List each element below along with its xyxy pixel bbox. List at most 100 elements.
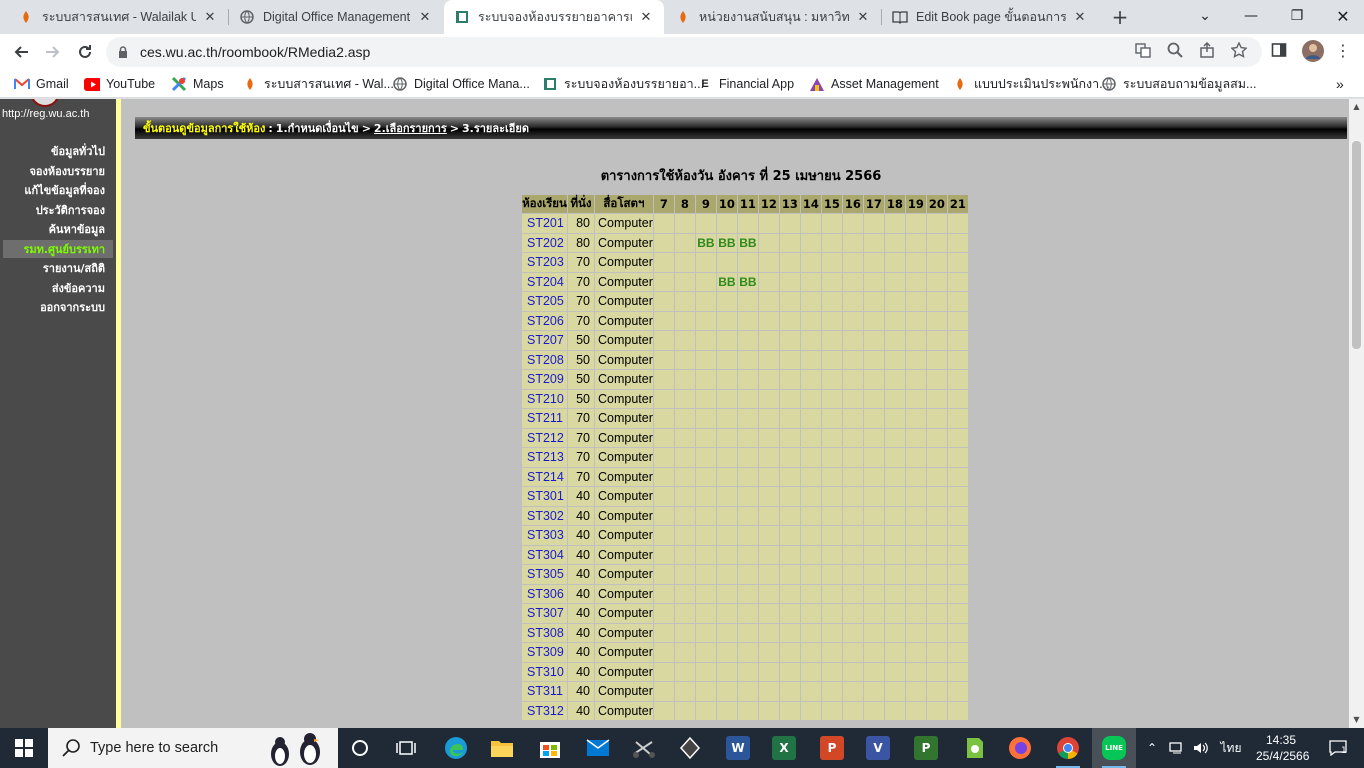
bookmark-inquiry[interactable]: ระบบสอบถามข้อมูลสม... (1101, 75, 1256, 93)
site-url[interactable]: http://reg.wu.ac.th (2, 108, 89, 120)
snip-icon[interactable] (622, 728, 666, 768)
reload-button[interactable] (72, 39, 98, 65)
volume-icon[interactable] (1190, 728, 1212, 768)
powerpoint-icon[interactable]: P (810, 728, 854, 768)
room-link[interactable]: ST205 (522, 292, 567, 311)
room-link[interactable]: ST210 (522, 389, 567, 408)
close-window-button[interactable]: ✕ (1320, 0, 1364, 32)
side-panel-icon[interactable] (1270, 41, 1288, 59)
notification-center-icon[interactable]: 1 (1318, 728, 1358, 768)
share-icon[interactable] (1198, 41, 1216, 59)
zoom-icon[interactable] (1166, 41, 1184, 59)
room-link[interactable]: ST306 (522, 584, 567, 603)
system-clock[interactable]: 14:35 25/4/2566 (1256, 732, 1309, 764)
breadcrumb-step-2[interactable]: 2.เลือกรายการ (374, 119, 447, 137)
tray-overflow-icon[interactable]: ⌃ (1142, 728, 1162, 768)
excel-icon[interactable]: X (762, 728, 806, 768)
bookmark-youtube[interactable]: YouTube (84, 75, 155, 93)
sidebar-item-message[interactable]: ส่งข้อความ (52, 279, 105, 297)
booking-cell[interactable]: BB (737, 233, 758, 252)
bookmark-financial-app[interactable]: E Financial App (697, 75, 794, 93)
room-link[interactable]: ST303 (522, 526, 567, 545)
room-link[interactable]: ST307 (522, 604, 567, 623)
line-icon[interactable]: LINE (1092, 728, 1136, 768)
taskbar-search-box[interactable]: Type here to search (48, 728, 338, 768)
firefox-icon[interactable] (998, 728, 1042, 768)
room-link[interactable]: ST310 (522, 662, 567, 681)
scroll-down-icon[interactable]: ▼ (1352, 715, 1361, 725)
windows-start-icon[interactable] (0, 728, 48, 768)
tab-edit-book[interactable]: Edit Book page ขั้นตอนการปฏิ ✕ (882, 0, 1098, 34)
network-icon[interactable] (1166, 728, 1188, 768)
sidebar-item-search[interactable]: ค้นหาข้อมูล (49, 220, 105, 238)
room-link[interactable]: ST304 (522, 545, 567, 564)
back-button[interactable] (8, 39, 34, 65)
booking-cell[interactable]: BB (695, 233, 716, 252)
forward-button[interactable] (40, 39, 66, 65)
vpn-icon[interactable] (668, 728, 712, 768)
close-icon[interactable]: ✕ (638, 9, 654, 25)
bookmark-star-icon[interactable] (1230, 41, 1248, 59)
breadcrumb-step-1[interactable]: 1.กำหนดเงื่อนไข (276, 119, 359, 137)
bookmark-gmail[interactable]: Gmail (14, 75, 69, 93)
room-link[interactable]: ST311 (522, 682, 567, 701)
room-link[interactable]: ST301 (522, 487, 567, 506)
project-icon[interactable]: P (904, 728, 948, 768)
room-link[interactable]: ST212 (522, 428, 567, 447)
room-link[interactable]: ST207 (522, 331, 567, 350)
close-icon[interactable]: ✕ (202, 9, 218, 25)
bookmark-asset-management[interactable]: Asset Management (809, 75, 939, 93)
restore-button[interactable]: ❐ (1274, 0, 1320, 32)
sidebar-item-active[interactable]: รมท.ศูนย์บรรเทา (3, 240, 113, 258)
tab-search-icon[interactable]: ⌄ (1182, 0, 1228, 32)
word-icon[interactable]: W (716, 728, 760, 768)
task-view-icon[interactable] (384, 728, 428, 768)
close-icon[interactable]: ✕ (417, 9, 433, 25)
sidebar-item-edit-booking[interactable]: แก้ไขข้อมูลที่จอง (24, 181, 105, 199)
room-link[interactable]: ST308 (522, 623, 567, 642)
close-icon[interactable]: ✕ (1072, 9, 1088, 25)
chrome-icon[interactable] (1046, 728, 1090, 768)
scroll-thumb[interactable] (1352, 141, 1361, 349)
new-tab-button[interactable]: + (1108, 5, 1132, 29)
sidebar-item-general[interactable]: ข้อมูลทั่วไป (51, 142, 105, 160)
minimize-button[interactable]: — (1228, 0, 1274, 32)
room-link[interactable]: ST312 (522, 701, 567, 720)
translate-icon[interactable] (1134, 41, 1152, 59)
address-bar[interactable]: ces.wu.ac.th/roombook/RMedia2.asp (106, 37, 1262, 67)
page-scrollbar[interactable]: ▲ ▼ (1349, 99, 1364, 728)
visio-icon[interactable]: V (856, 728, 900, 768)
sidebar-item-reports[interactable]: รายงาน/สถิติ (43, 259, 105, 277)
tab-walailak[interactable]: ระบบสารสนเทศ - Walailak Univ ✕ (8, 0, 228, 34)
store-icon[interactable] (528, 728, 572, 768)
bookmark-walailak[interactable]: ระบบสารสนเทศ - Wal... (242, 75, 394, 93)
close-icon[interactable]: ✕ (855, 9, 871, 25)
booking-cell[interactable]: BB (737, 272, 758, 291)
room-link[interactable]: ST208 (522, 350, 567, 369)
room-link[interactable]: ST302 (522, 506, 567, 525)
evernote-icon[interactable] (952, 728, 996, 768)
room-link[interactable]: ST214 (522, 467, 567, 486)
booking-cell[interactable]: BB (716, 233, 737, 252)
room-link[interactable]: ST204 (522, 272, 567, 291)
tab-roombook[interactable]: ระบบจองห้องบรรยายอาคารเรียนรว ✕ (444, 0, 664, 34)
bookmark-evaluation[interactable]: แบบประเมินประพนักงา... (952, 75, 1110, 93)
bookmark-maps[interactable]: Maps (171, 75, 224, 93)
room-link[interactable]: ST201 (522, 214, 567, 233)
edge-icon[interactable] (434, 728, 478, 768)
room-link[interactable]: ST209 (522, 370, 567, 389)
lock-icon[interactable] (116, 46, 130, 58)
booking-cell[interactable]: BB (716, 272, 737, 291)
file-explorer-icon[interactable] (480, 728, 524, 768)
profile-avatar-icon[interactable] (1302, 40, 1324, 62)
room-link[interactable]: ST203 (522, 253, 567, 272)
cortana-icon[interactable] (338, 728, 382, 768)
mail-icon[interactable] (576, 728, 620, 768)
tab-support-units[interactable]: หน่วยงานสนับสนุน : มหาวิทยาลัย ✕ (665, 0, 881, 34)
language-indicator[interactable]: ไทย (1216, 728, 1246, 768)
scroll-up-icon[interactable]: ▲ (1352, 102, 1361, 112)
room-link[interactable]: ST305 (522, 565, 567, 584)
tab-digital-office[interactable]: Digital Office Management S ✕ (229, 0, 443, 34)
more-bookmarks-icon[interactable]: » (1336, 75, 1344, 93)
sidebar-item-book-room[interactable]: จองห้องบรรยาย (29, 162, 105, 180)
